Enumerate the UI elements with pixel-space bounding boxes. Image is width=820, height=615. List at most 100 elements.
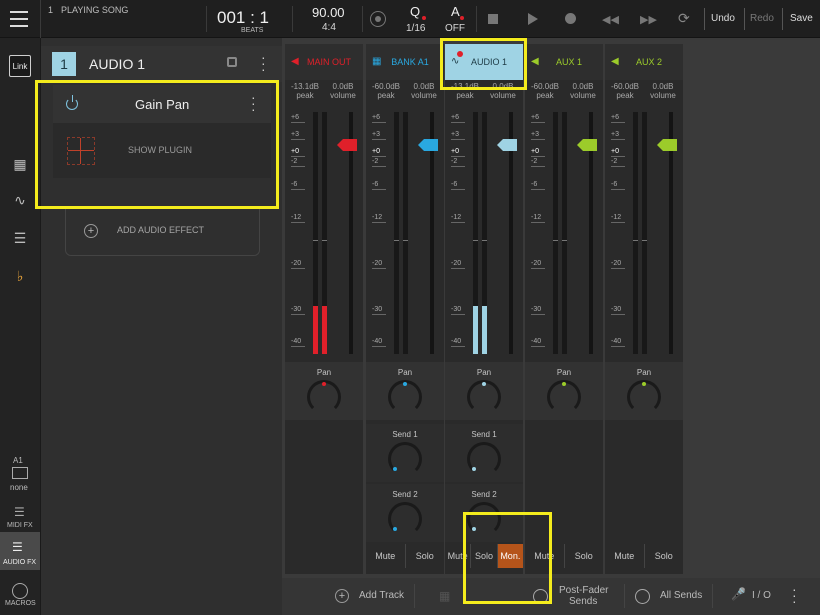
- fast-forward-icon[interactable]: ▶▶: [640, 13, 657, 26]
- midi-fx-icon[interactable]: ☰: [14, 505, 25, 519]
- menu-icon[interactable]: [10, 11, 28, 27]
- peak-label: peak: [616, 91, 634, 100]
- audio-fx-icon: ☰: [12, 540, 23, 554]
- volume-fader-handle[interactable]: [418, 139, 438, 151]
- channel-name: MAIN OUT: [307, 57, 351, 67]
- stop-icon[interactable]: [488, 14, 498, 24]
- mute-button[interactable]: Mute: [605, 544, 645, 568]
- track-number-badge[interactable]: 1: [52, 52, 76, 76]
- quantize-label[interactable]: Q: [410, 4, 420, 19]
- pan-knob[interactable]: [388, 380, 422, 414]
- speaker-icon: ◀: [611, 56, 619, 67]
- add-effect-box[interactable]: + ADD AUDIO EFFECT: [65, 208, 260, 256]
- send-2-knob[interactable]: [388, 502, 422, 536]
- volume-label: volume: [570, 91, 596, 100]
- macros-icon[interactable]: [12, 583, 28, 599]
- track-name[interactable]: AUDIO 1: [89, 56, 145, 72]
- peak-label: peak: [456, 91, 474, 100]
- send-2-knob[interactable]: [467, 502, 501, 536]
- send-label: Send 2: [471, 490, 497, 499]
- time-signature[interactable]: 4:4: [322, 22, 336, 33]
- solo-button[interactable]: Solo: [565, 544, 604, 568]
- midi-fx-label[interactable]: MIDI FX: [7, 522, 33, 529]
- position-display[interactable]: 001 : 1: [217, 8, 269, 28]
- save-button[interactable]: Save: [790, 13, 813, 24]
- channel-header[interactable]: ▦ BANK A1: [366, 44, 444, 80]
- meter-marker: [473, 240, 478, 241]
- show-plugin-button[interactable]: SHOW PLUGIN: [128, 145, 192, 155]
- unlock-icon[interactable]: [227, 57, 237, 67]
- link-button[interactable]: Link: [9, 55, 31, 77]
- grid-icon[interactable]: ▦: [439, 589, 450, 603]
- mute-button[interactable]: Mute: [525, 544, 565, 568]
- channel-name: AUX 2: [635, 57, 662, 67]
- volume-fader-handle[interactable]: [497, 139, 517, 151]
- faders-icon[interactable]: ♭: [0, 268, 40, 285]
- send-1-knob[interactable]: [467, 442, 501, 476]
- tempo-display[interactable]: 90.00: [312, 5, 345, 20]
- song-label[interactable]: PLAYING SONG: [61, 5, 128, 15]
- channel-header[interactable]: ◀ MAIN OUT: [285, 44, 363, 80]
- waveform-icon[interactable]: ∿: [0, 192, 40, 209]
- volume-fader-handle[interactable]: [337, 139, 357, 151]
- rewind-icon[interactable]: ◀◀: [602, 13, 619, 26]
- automation-label[interactable]: A: [451, 4, 460, 19]
- peak-label: peak: [536, 91, 554, 100]
- scale-label: -12: [291, 214, 302, 221]
- mixer-list-icon[interactable]: ☰: [0, 230, 40, 247]
- add-track-button[interactable]: Add Track: [359, 590, 404, 601]
- plugin-thumbnail-icon[interactable]: [67, 137, 95, 165]
- track-header: 1 AUDIO 1 · · ·: [41, 46, 283, 82]
- solo-button[interactable]: Solo: [406, 544, 445, 568]
- scale-tick: -12: [291, 214, 305, 223]
- send-indicator: [393, 527, 397, 531]
- post-fader-label[interactable]: Post-Fader: [559, 585, 608, 596]
- volume-fader-handle[interactable]: [657, 139, 677, 151]
- pan-knob[interactable]: [307, 380, 341, 414]
- pan-knob[interactable]: [467, 380, 501, 414]
- meter-fill: [322, 306, 327, 354]
- macros-label[interactable]: MACROS: [5, 600, 36, 607]
- metronome-icon[interactable]: [370, 11, 386, 27]
- more-options-icon[interactable]: · · ·: [261, 50, 266, 76]
- undo-button[interactable]: Undo: [711, 13, 735, 24]
- post-fader-icon[interactable]: [533, 589, 548, 604]
- all-sends-button[interactable]: All Sends: [660, 590, 702, 601]
- divider: [744, 8, 745, 30]
- pan-knob[interactable]: [547, 380, 581, 414]
- mute-solo-row: Mute Solo Mon.: [445, 544, 523, 568]
- sends-label[interactable]: Sends: [569, 596, 597, 607]
- scale-label: +6: [531, 114, 539, 121]
- automation-value[interactable]: OFF: [445, 23, 465, 34]
- redo-button[interactable]: Redo: [750, 13, 774, 24]
- grid-icon[interactable]: ▦: [0, 156, 40, 173]
- monitor-button[interactable]: Mon.: [497, 544, 523, 568]
- channel-header[interactable]: ◀ AUX 1: [525, 44, 603, 80]
- record-icon[interactable]: [565, 13, 576, 24]
- loop-icon[interactable]: ⟳: [678, 10, 690, 27]
- io-button[interactable]: I / O: [752, 590, 771, 601]
- solo-button[interactable]: Solo: [645, 544, 684, 568]
- pan-knob[interactable]: [627, 380, 661, 414]
- channel-header[interactable]: ◀ AUX 2: [605, 44, 683, 80]
- audio-fx-tab[interactable]: ☰ AUDIO FX: [0, 532, 40, 570]
- scale-tick: +6: [291, 114, 305, 123]
- volume-fader-handle[interactable]: [577, 139, 597, 151]
- mute-button[interactable]: Mute: [366, 544, 406, 568]
- keyboard-icon[interactable]: [12, 467, 28, 479]
- bottom-more-icon[interactable]: · · ·: [792, 582, 797, 608]
- send-1-knob[interactable]: [388, 442, 422, 476]
- plugin-name[interactable]: Gain Pan: [135, 97, 189, 112]
- send-2-section: Send 2: [445, 484, 523, 542]
- volume-value: 0.0dB: [572, 82, 594, 91]
- channel-header[interactable]: ∿ AUDIO 1: [445, 44, 523, 80]
- solo-button[interactable]: Solo: [471, 544, 498, 568]
- all-sends-icon[interactable]: [635, 589, 650, 604]
- add-track-icon[interactable]: +: [335, 589, 349, 603]
- quantize-value[interactable]: 1/16: [406, 23, 425, 34]
- microphone-icon[interactable]: 🎤: [731, 587, 746, 601]
- play-icon[interactable]: [528, 13, 538, 25]
- scale-label: -40: [611, 338, 622, 345]
- mute-button[interactable]: Mute: [445, 544, 472, 568]
- plugin-more-icon[interactable]: · · ·: [251, 90, 256, 116]
